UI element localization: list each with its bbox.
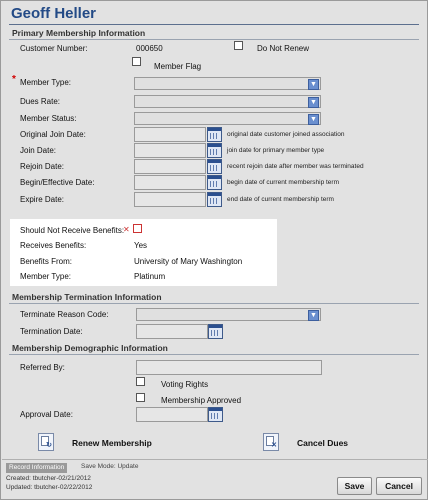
calendar-icon[interactable] <box>208 324 223 339</box>
approval-date-label: Approval Date: <box>20 410 73 419</box>
member-flag-label: Member Flag <box>154 62 202 71</box>
original-join-date-label: Original Join Date: <box>20 130 86 139</box>
section-heading-demographic: Membership Demographic Information <box>12 343 168 353</box>
rejoin-date-label: Rejoin Date: <box>20 162 65 171</box>
do-not-renew-label: Do Not Renew <box>257 44 310 53</box>
begin-date-input[interactable] <box>134 175 206 190</box>
section-heading-primary: Primary Membership Information <box>12 28 146 38</box>
save-button[interactable]: Save <box>337 477 372 495</box>
renew-membership-icon[interactable]: ↻ <box>38 433 54 451</box>
save-mode-text: Save Mode: Update <box>81 463 139 470</box>
updated-info: Updated: tbutcher-02/22/2012 <box>6 484 93 491</box>
expire-date-label: Expire Date: <box>20 195 65 204</box>
original-join-date-input[interactable] <box>134 127 206 142</box>
customer-number-value: 000650 <box>136 44 163 53</box>
member-status-select[interactable]: ▼ <box>134 112 321 125</box>
terminate-reason-label: Terminate Reason Code: <box>20 310 109 319</box>
termination-date-label: Termination Date: <box>20 327 83 336</box>
created-info: Created: tbutcher-02/21/2012 <box>6 475 91 482</box>
chevron-down-icon[interactable]: ▼ <box>308 114 319 125</box>
member-flag-checkbox[interactable] <box>132 57 141 66</box>
cancel-dues-button[interactable]: Cancel Dues <box>297 438 348 448</box>
error-icon: ✕ <box>123 225 130 234</box>
should-not-receive-benefits-checkbox[interactable] <box>133 224 142 233</box>
membership-approved-label: Membership Approved <box>161 396 242 405</box>
renew-membership-button[interactable]: Renew Membership <box>72 438 152 448</box>
chevron-down-icon[interactable]: ▼ <box>308 310 319 321</box>
section-divider <box>9 354 419 355</box>
member-type-label: Member Type: <box>20 78 71 87</box>
benefit-member-type-label: Member Type: <box>20 272 71 281</box>
section-heading-termination: Membership Termination Information <box>12 292 162 302</box>
join-date-label: Join Date: <box>20 146 57 155</box>
record-information-tab[interactable]: Record Information <box>6 463 68 473</box>
join-date-hint: join date for primary member type <box>227 147 325 154</box>
rejoin-date-input[interactable] <box>134 159 206 174</box>
expire-date-input[interactable] <box>134 192 206 207</box>
section-divider <box>9 303 419 304</box>
referred-by-input[interactable] <box>136 360 322 375</box>
membership-approved-checkbox[interactable] <box>136 393 145 402</box>
original-join-date-hint: original date customer joined associatio… <box>227 131 345 138</box>
chevron-down-icon[interactable]: ▼ <box>308 97 319 108</box>
termination-date-input[interactable] <box>136 324 208 339</box>
membership-window: Geoff Heller Primary Membership Informat… <box>0 0 428 500</box>
referred-by-label: Referred By: <box>20 363 65 372</box>
calendar-icon[interactable] <box>208 407 223 422</box>
begin-date-label: Begin/Effective Date: <box>20 178 95 187</box>
calendar-icon[interactable] <box>207 159 222 174</box>
member-status-label: Member Status: <box>20 114 77 123</box>
dues-rate-select[interactable]: ▼ <box>134 95 321 108</box>
dues-rate-label: Dues Rate: <box>20 97 61 106</box>
benefit-member-type-value: Platinum <box>134 272 166 281</box>
required-marker: * <box>12 74 16 85</box>
do-not-renew-checkbox[interactable] <box>234 41 243 50</box>
calendar-icon[interactable] <box>207 192 222 207</box>
receives-benefits-value: Yes <box>134 241 148 250</box>
cancel-button[interactable]: Cancel <box>376 477 422 495</box>
chevron-down-icon[interactable]: ▼ <box>308 79 319 90</box>
approval-date-input[interactable] <box>136 407 208 422</box>
cancel-dues-icon[interactable]: ✕ <box>263 433 279 451</box>
calendar-icon[interactable] <box>207 175 222 190</box>
begin-date-hint: begin date of current membership term <box>227 179 339 186</box>
should-not-receive-benefits-label: Should Not Receive Benefits: <box>20 226 125 235</box>
calendar-icon[interactable] <box>207 143 222 158</box>
footer-divider <box>2 459 428 460</box>
expire-date-hint: end date of current membership term <box>227 196 334 203</box>
benefits-from-label: Benefits From: <box>20 257 73 266</box>
section-divider <box>9 39 419 40</box>
page-title: Geoff Heller <box>11 5 97 22</box>
receives-benefits-label: Receives Benefits: <box>20 241 87 250</box>
join-date-input[interactable] <box>134 143 206 158</box>
benefits-from-value: University of Mary Washington <box>134 257 243 266</box>
title-divider <box>9 24 419 25</box>
rejoin-date-hint: recent rejoin date after member was term… <box>227 163 364 170</box>
voting-rights-label: Voting Rights <box>161 380 209 389</box>
terminate-reason-select[interactable]: ▼ <box>136 308 321 321</box>
member-type-select[interactable]: ▼ <box>134 77 321 90</box>
calendar-icon[interactable] <box>207 127 222 142</box>
customer-number-label: Customer Number: <box>20 44 88 53</box>
voting-rights-checkbox[interactable] <box>136 377 145 386</box>
